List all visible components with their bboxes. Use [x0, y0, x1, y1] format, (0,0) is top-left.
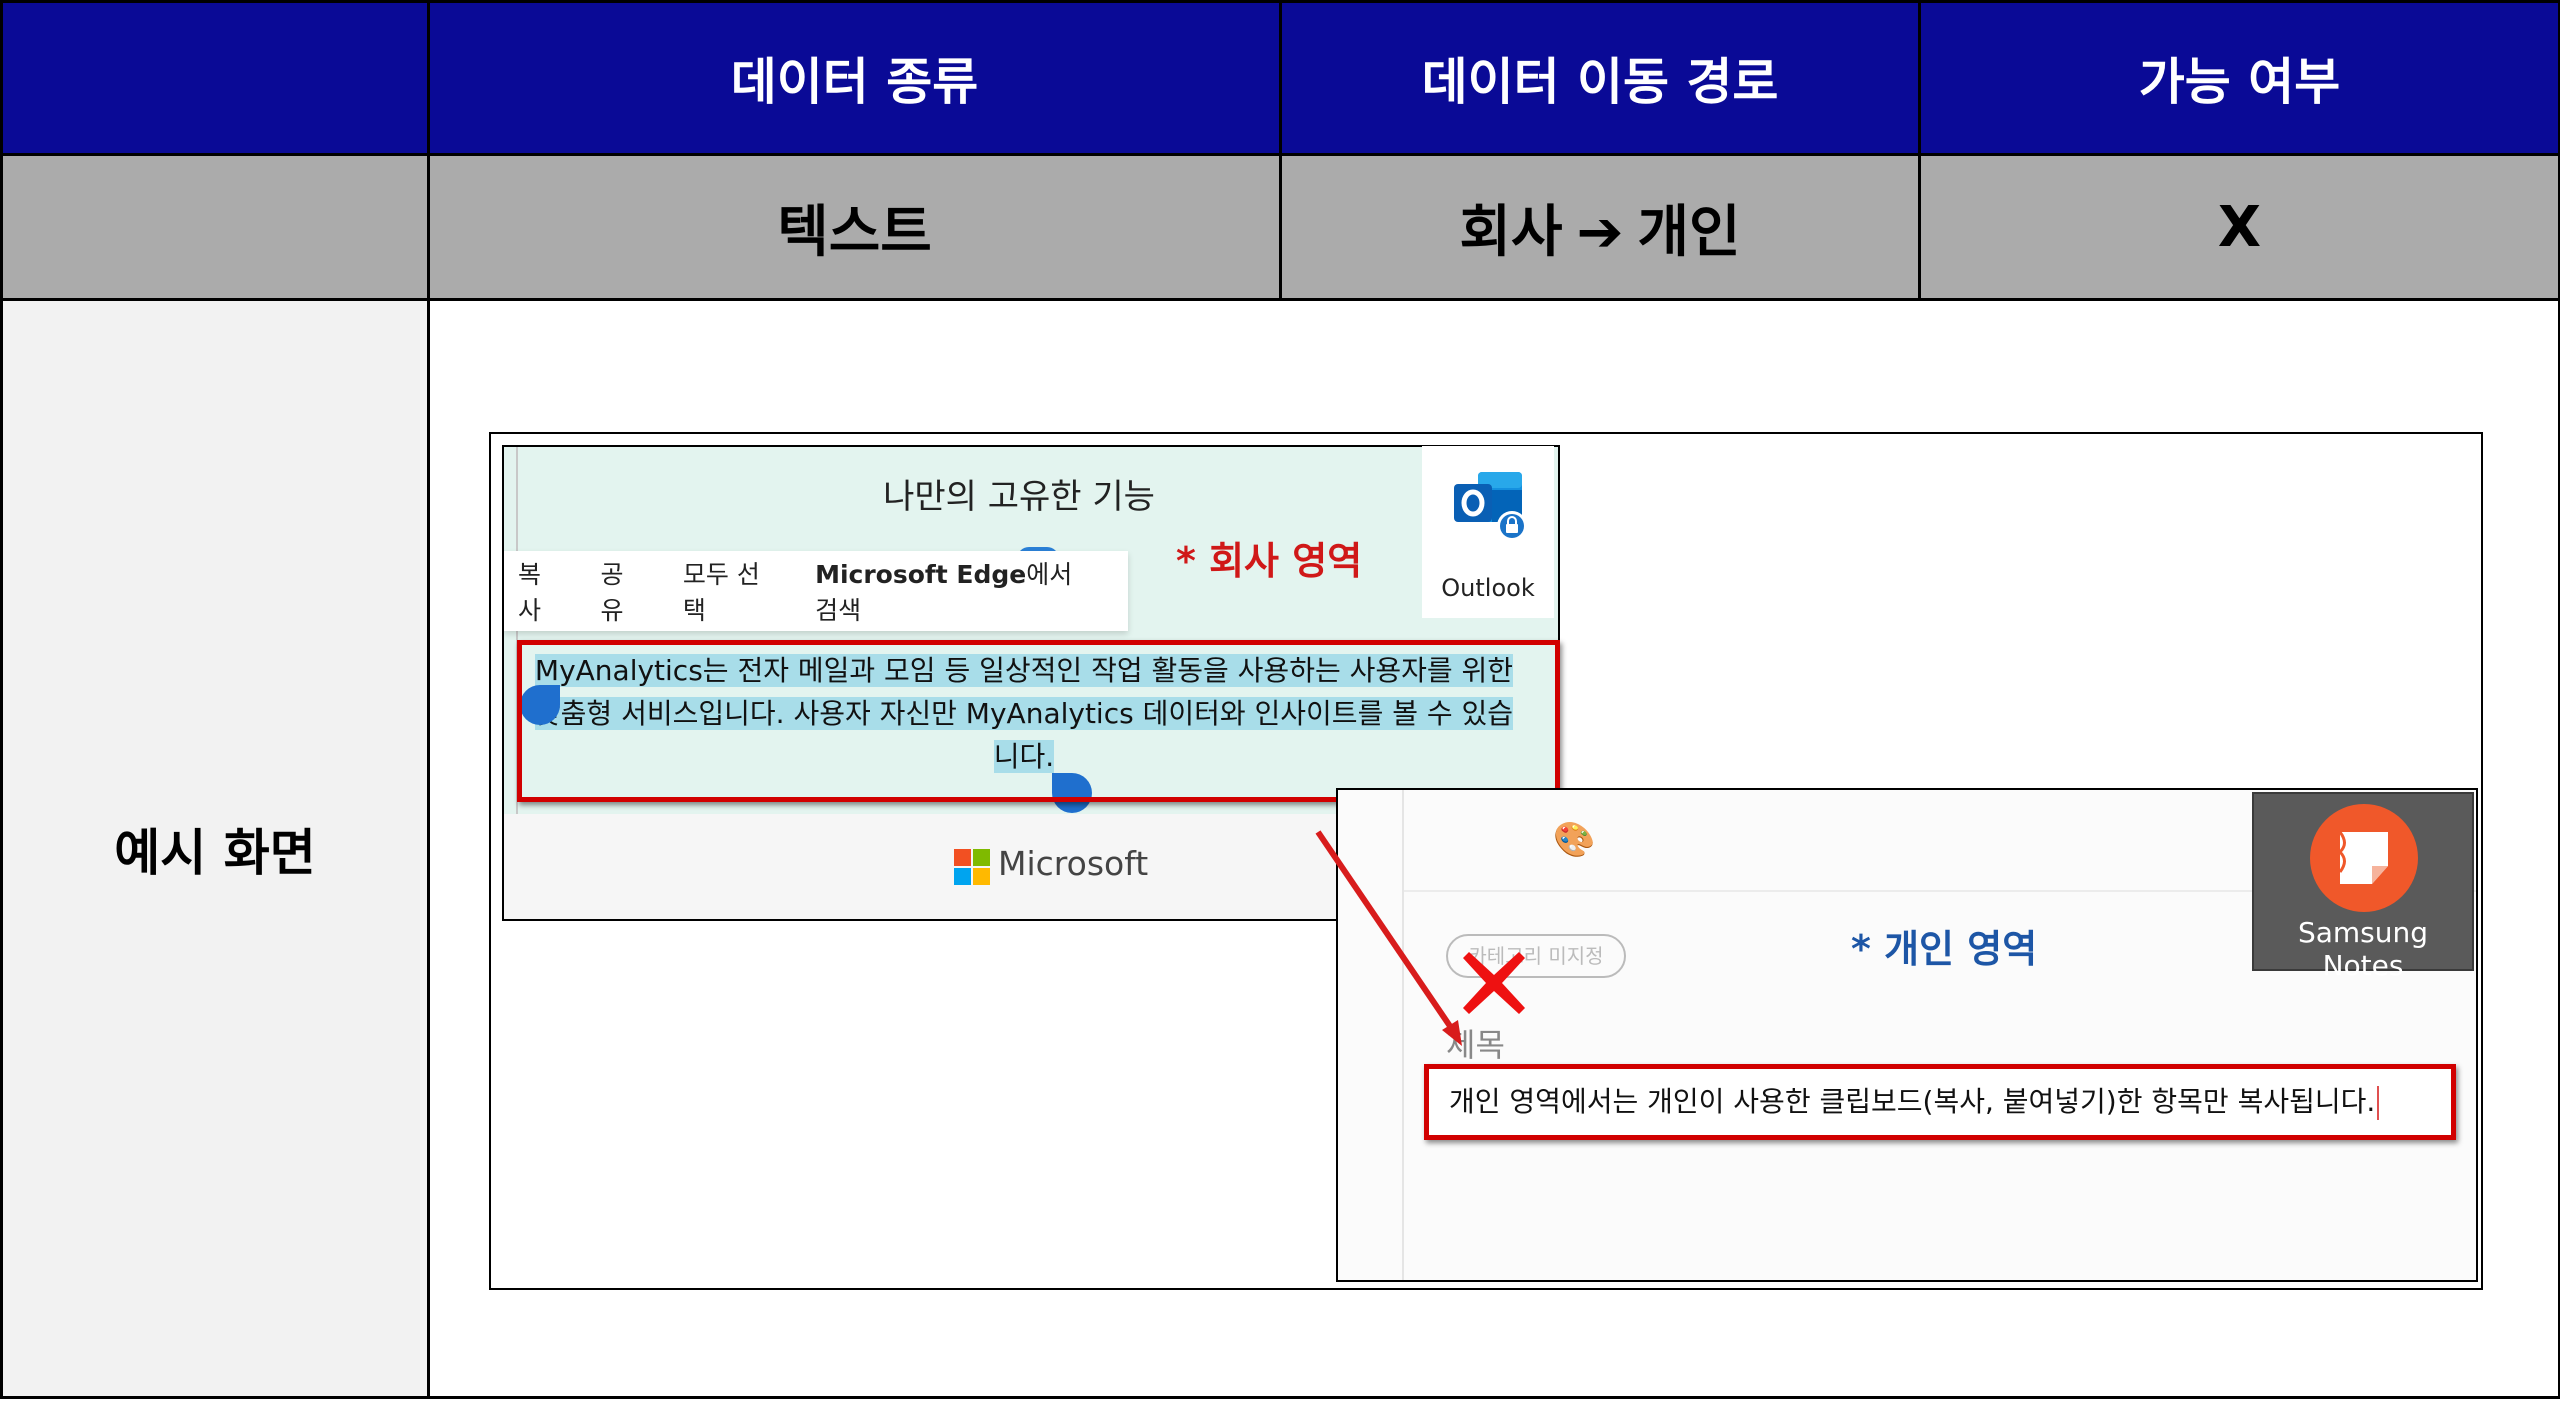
- personal-note-text: 개인 영역에서는 개인이 사용한 클립보드(복사, 붙여넣기)한 항목만 복사됩…: [1449, 1069, 2380, 1135]
- samsung-notes-icon: [2310, 804, 2418, 912]
- text-caret: [2377, 1086, 2380, 1120]
- example-label: 예시 화면: [0, 298, 430, 1399]
- note-title-placeholder[interactable]: 제목: [1446, 1020, 1505, 1066]
- menu-item-edge-search[interactable]: Microsoft Edge에서 검색: [815, 555, 1102, 627]
- header-data-route: 데이터 이동 경로: [1279, 0, 1921, 156]
- microsoft-logo-icon: [954, 849, 990, 885]
- outlook-app-name: Outlook: [1441, 574, 1535, 602]
- route-to: 개인: [1637, 199, 1741, 265]
- company-text-highlight-box: [517, 640, 1560, 802]
- divider: [1402, 790, 1404, 1280]
- outlook-icon: [1454, 472, 1527, 541]
- microsoft-brand-text: Microsoft: [998, 844, 1149, 883]
- header-data-type: 데이터 종류: [427, 0, 1282, 156]
- route-arrow-icon: ➔: [1576, 199, 1624, 265]
- menu-item-edge-search-brand: Microsoft Edge: [815, 560, 1027, 589]
- samsung-notes-app-tile[interactable]: Samsung Notes: [2252, 792, 2474, 982]
- value-row: 텍스트 회사 ➔ 개인 X: [0, 153, 2560, 301]
- value-data-route: 회사 ➔ 개인: [1279, 153, 1921, 301]
- company-zone-label: * 회사 영역: [1176, 539, 1363, 583]
- value-cell-empty: [0, 153, 430, 301]
- personal-zone-label: * 개인 영역: [1851, 927, 2038, 971]
- personal-note-body[interactable]: 개인 영역에서는 개인이 사용한 클립보드(복사, 붙여넣기)한 항목만 복사됩…: [1424, 1064, 2456, 1140]
- palette-icon[interactable]: 🎨: [1553, 820, 1595, 860]
- personal-note-text-value: 개인 영역에서는 개인이 사용한 클립보드(복사, 붙여넣기)한 항목만 복사됩…: [1449, 1085, 2376, 1118]
- page: 데이터 종류 데이터 이동 경로 가능 여부 텍스트 회사 ➔ 개인 X 예시 화면…: [0, 0, 2560, 1401]
- menu-item-select-all[interactable]: 모두 선택: [683, 555, 775, 627]
- header-row: 데이터 종류 데이터 이동 경로 가능 여부: [0, 0, 2560, 156]
- blocked-x-icon: [1463, 952, 1525, 1014]
- menu-item-copy[interactable]: 복사: [518, 555, 560, 627]
- header-cell-empty: [0, 0, 430, 156]
- value-allowed: X: [1918, 153, 2560, 301]
- context-menu: 복사 공유 모두 선택 Microsoft Edge에서 검색: [504, 551, 1128, 631]
- route-from: 회사: [1459, 199, 1563, 265]
- outlook-app-tile[interactable]: Outlook: [1422, 446, 1554, 618]
- company-app-title: 나만의 고유한 기능: [883, 477, 1155, 517]
- header-allowed: 가능 여부: [1918, 0, 2560, 156]
- value-data-type: 텍스트: [427, 153, 1282, 301]
- samsung-notes-app-name: Samsung Notes: [2297, 916, 2429, 982]
- menu-item-share[interactable]: 공유: [600, 555, 642, 627]
